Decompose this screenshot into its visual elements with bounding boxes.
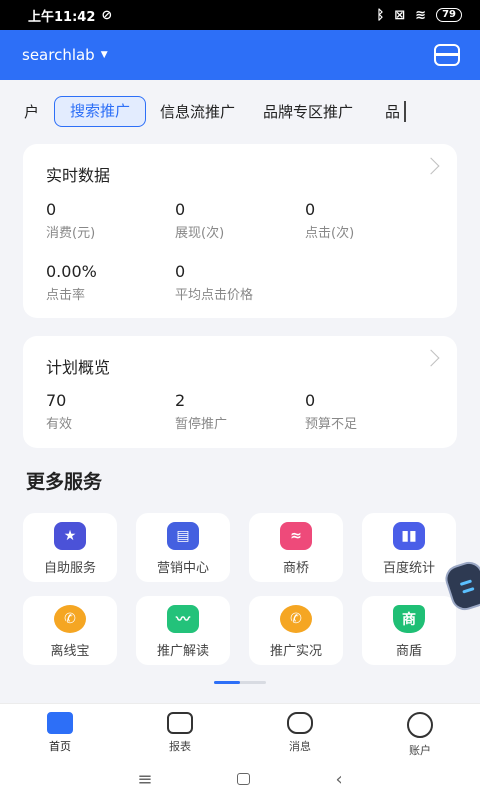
stat-value: 0 xyxy=(305,391,316,410)
page-indicator-active xyxy=(214,681,240,684)
account-name: searchlab xyxy=(22,46,95,64)
plan-overview-card[interactable]: 计划概览 70 有效 2 暂停推广 0 预算不足 xyxy=(23,336,457,448)
page-indicator xyxy=(214,681,266,684)
service-label: 自助服务 xyxy=(43,561,96,576)
home-icon xyxy=(47,712,73,734)
stat-value: 0 xyxy=(305,200,316,219)
nav-label: 报表 xyxy=(169,740,191,753)
service-promo-insight[interactable]: 〰 推广解读 xyxy=(136,596,230,665)
stat-value: 70 xyxy=(46,391,67,410)
battery-indicator: 79 xyxy=(436,8,462,22)
service-shangdun[interactable]: 商 商盾 xyxy=(362,596,456,665)
stat-label: 有效 xyxy=(46,417,73,432)
stat-label: 展现(次) xyxy=(175,226,225,241)
service-label: 商桥 xyxy=(282,561,309,576)
service-label: 推广解读 xyxy=(156,644,209,659)
caret-down-icon: ▼ xyxy=(100,50,108,60)
stat-value: 0 xyxy=(175,262,186,281)
recents-menu-icon[interactable]: ≡ xyxy=(137,769,152,790)
stat-label: 点击(次) xyxy=(305,226,355,241)
service-label: 商盾 xyxy=(395,644,422,659)
service-label: 推广实况 xyxy=(269,644,322,659)
stat-ctr: 0.00% 点击率 xyxy=(46,262,176,303)
star-hexagon-icon: ★ xyxy=(54,522,86,550)
service-lixianbao[interactable]: ✆ 离线宝 xyxy=(23,596,117,665)
trend-chart-icon: 〰 xyxy=(167,605,199,633)
chevron-right-icon xyxy=(422,157,440,175)
stat-value: 2 xyxy=(175,391,186,410)
realtime-data-card[interactable]: 实时数据 0 消费(元) 0 展现(次) 0 点击(次) 0.00% 点击率 0… xyxy=(23,144,457,318)
service-self-help[interactable]: ★ 自助服务 xyxy=(23,513,117,582)
service-label: 离线宝 xyxy=(50,644,90,659)
stat-value: 0 xyxy=(46,200,57,219)
card-title: 实时数据 xyxy=(46,166,111,185)
stat-label: 点击率 xyxy=(46,288,86,303)
stat-active: 70 有效 xyxy=(46,391,176,432)
chevron-right-icon xyxy=(422,349,440,367)
nav-label: 消息 xyxy=(289,740,311,753)
nav-reports[interactable]: 报表 xyxy=(120,704,240,758)
service-label: 营销中心 xyxy=(156,561,209,576)
bear-icon: ≈ xyxy=(280,522,312,550)
stat-impressions: 0 展现(次) xyxy=(175,200,305,241)
tab-brand-zone[interactable]: 品牌专区推广 xyxy=(249,101,367,122)
nav-home[interactable]: 首页 xyxy=(0,704,120,758)
message-icon xyxy=(287,712,313,734)
service-shangqiao[interactable]: ≈ 商桥 xyxy=(249,513,343,582)
bar-chart-icon: ▮▮ xyxy=(393,522,425,550)
tab-feed-promotion[interactable]: 信息流推广 xyxy=(146,101,249,122)
shield-icon: 商 xyxy=(393,605,425,633)
status-bar: 上午11:42 ⊘ ᛒ ⊠ ≋ 79 xyxy=(0,0,480,30)
tab-search-promotion[interactable]: 搜索推广 xyxy=(54,95,147,127)
nav-messages[interactable]: 消息 xyxy=(240,704,360,758)
home-square-icon[interactable] xyxy=(237,773,251,785)
product-tabs: 户 搜索推广 信息流推广 品牌专区推广 品 xyxy=(0,92,448,130)
sim-off-icon: ⊠ xyxy=(394,7,406,23)
shield-glyph: 商 xyxy=(402,612,416,628)
bluetooth-icon: ᛒ xyxy=(376,7,385,23)
stat-clicks: 0 点击(次) xyxy=(305,200,435,241)
system-nav-bar: ≡ ‹ xyxy=(0,758,480,800)
tab-brand[interactable]: 品 xyxy=(367,100,407,122)
stat-budget-short: 0 预算不足 xyxy=(305,391,435,432)
back-icon[interactable]: ‹ xyxy=(335,769,342,790)
stat-paused: 2 暂停推广 xyxy=(175,391,305,432)
service-live-status[interactable]: ✆ 推广实况 xyxy=(249,596,343,665)
book-icon: ▤ xyxy=(167,522,199,550)
menu-icon[interactable] xyxy=(434,44,460,66)
bottom-nav: 首页 报表 消息 账户 xyxy=(0,703,480,758)
phone-icon: ✆ xyxy=(54,605,86,633)
stat-label: 预算不足 xyxy=(305,417,358,432)
card-title: 计划概览 xyxy=(46,358,111,377)
stat-spend: 0 消费(元) xyxy=(46,200,176,241)
section-title: 更多服务 xyxy=(26,471,103,493)
account-switcher[interactable]: searchlab ▼ xyxy=(22,46,108,64)
stat-avg-cpc: 0 平均点击价格 xyxy=(175,262,305,303)
nav-label: 账户 xyxy=(409,744,431,757)
report-chart-icon xyxy=(167,712,193,734)
stat-value: 0.00% xyxy=(46,262,97,281)
phone-icon: ✆ xyxy=(280,605,312,633)
service-baidu-stats[interactable]: ▮▮ 百度统计 xyxy=(362,513,456,582)
nav-label: 首页 xyxy=(49,740,71,753)
stat-value: 0 xyxy=(175,200,186,219)
service-marketing[interactable]: ▤ 营销中心 xyxy=(136,513,230,582)
stat-label: 平均点击价格 xyxy=(175,288,254,303)
wifi-icon: ≋ xyxy=(415,7,427,23)
user-icon xyxy=(407,712,433,738)
nav-account[interactable]: 账户 xyxy=(360,704,480,758)
app-header: searchlab ▼ xyxy=(0,30,480,80)
tab-account[interactable]: 户 xyxy=(0,101,54,122)
status-time: 上午11:42 xyxy=(28,9,96,25)
stat-label: 消费(元) xyxy=(46,226,96,241)
alarm-off-icon: ⊘ xyxy=(101,7,113,23)
service-label: 百度统计 xyxy=(382,561,435,576)
stat-label: 暂停推广 xyxy=(175,417,228,432)
